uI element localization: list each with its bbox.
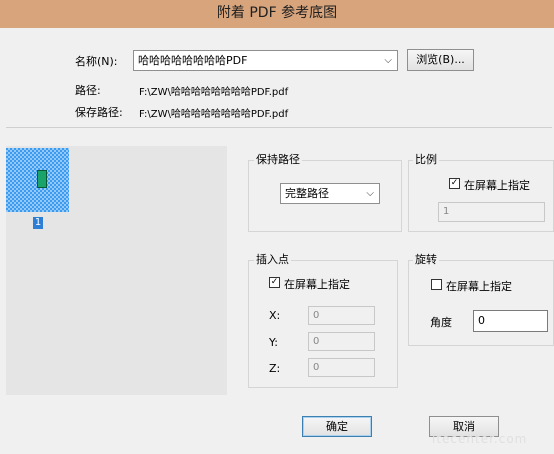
browse-button[interactable]: 浏览(B)... bbox=[407, 49, 474, 71]
separator bbox=[6, 127, 552, 128]
x-label: X: bbox=[269, 309, 281, 322]
document-icon bbox=[37, 170, 47, 188]
z-input[interactable]: 0 bbox=[308, 358, 375, 377]
name-dropdown-value: 哈哈哈哈哈哈哈哈PDF bbox=[138, 54, 248, 67]
checkmark-icon: ✓ bbox=[450, 178, 459, 188]
x-input[interactable]: 0 bbox=[308, 306, 375, 325]
insertion-specify-label: 在屏幕上指定 bbox=[284, 278, 350, 291]
angle-input[interactable]: 0 bbox=[473, 310, 548, 332]
watermark: itecenter.com bbox=[432, 432, 528, 446]
ok-button[interactable]: 确定 bbox=[302, 416, 372, 437]
angle-label: 角度 bbox=[430, 316, 452, 329]
scale-specify-label: 在屏幕上指定 bbox=[464, 179, 530, 192]
path-value: F:\ZW\哈哈哈哈哈哈哈哈PDF.pdf bbox=[139, 87, 289, 98]
scale-specify-checkbox[interactable]: ✓ bbox=[449, 178, 460, 189]
name-label: 名称(N): bbox=[75, 55, 118, 68]
name-dropdown[interactable]: 哈哈哈哈哈哈哈哈PDF ⌵ bbox=[133, 50, 398, 71]
window-title: 附着 PDF 参考底图 bbox=[0, 0, 554, 28]
chevron-down-icon: ⌵ bbox=[384, 55, 392, 66]
checkmark-icon: ✓ bbox=[270, 277, 279, 287]
saved-path-value: F:\ZW\哈哈哈哈哈哈哈哈PDF.pdf bbox=[139, 109, 289, 120]
chevron-down-icon: ⌵ bbox=[366, 188, 374, 199]
path-label: 路径: bbox=[75, 84, 101, 97]
page-number-badge: 1 bbox=[33, 217, 43, 229]
y-label: Y: bbox=[269, 336, 278, 349]
z-label: Z: bbox=[269, 362, 281, 375]
scale-title: 比例 bbox=[413, 153, 439, 166]
rotation-specify-label: 在屏幕上指定 bbox=[446, 280, 512, 293]
path-type-select-value: 完整路径 bbox=[285, 187, 329, 200]
saved-path-label: 保存路径: bbox=[75, 106, 123, 119]
scale-input[interactable]: 1 bbox=[438, 202, 545, 222]
insertion-specify-checkbox[interactable]: ✓ bbox=[269, 277, 280, 288]
path-type-title: 保持路径 bbox=[254, 153, 302, 166]
rotation-title: 旋转 bbox=[413, 253, 439, 266]
path-type-select[interactable]: 完整路径 ⌵ bbox=[280, 183, 380, 204]
insertion-title: 插入点 bbox=[254, 253, 291, 266]
rotation-group bbox=[408, 260, 554, 346]
y-input[interactable]: 0 bbox=[308, 332, 375, 351]
rotation-specify-checkbox[interactable] bbox=[431, 279, 442, 290]
